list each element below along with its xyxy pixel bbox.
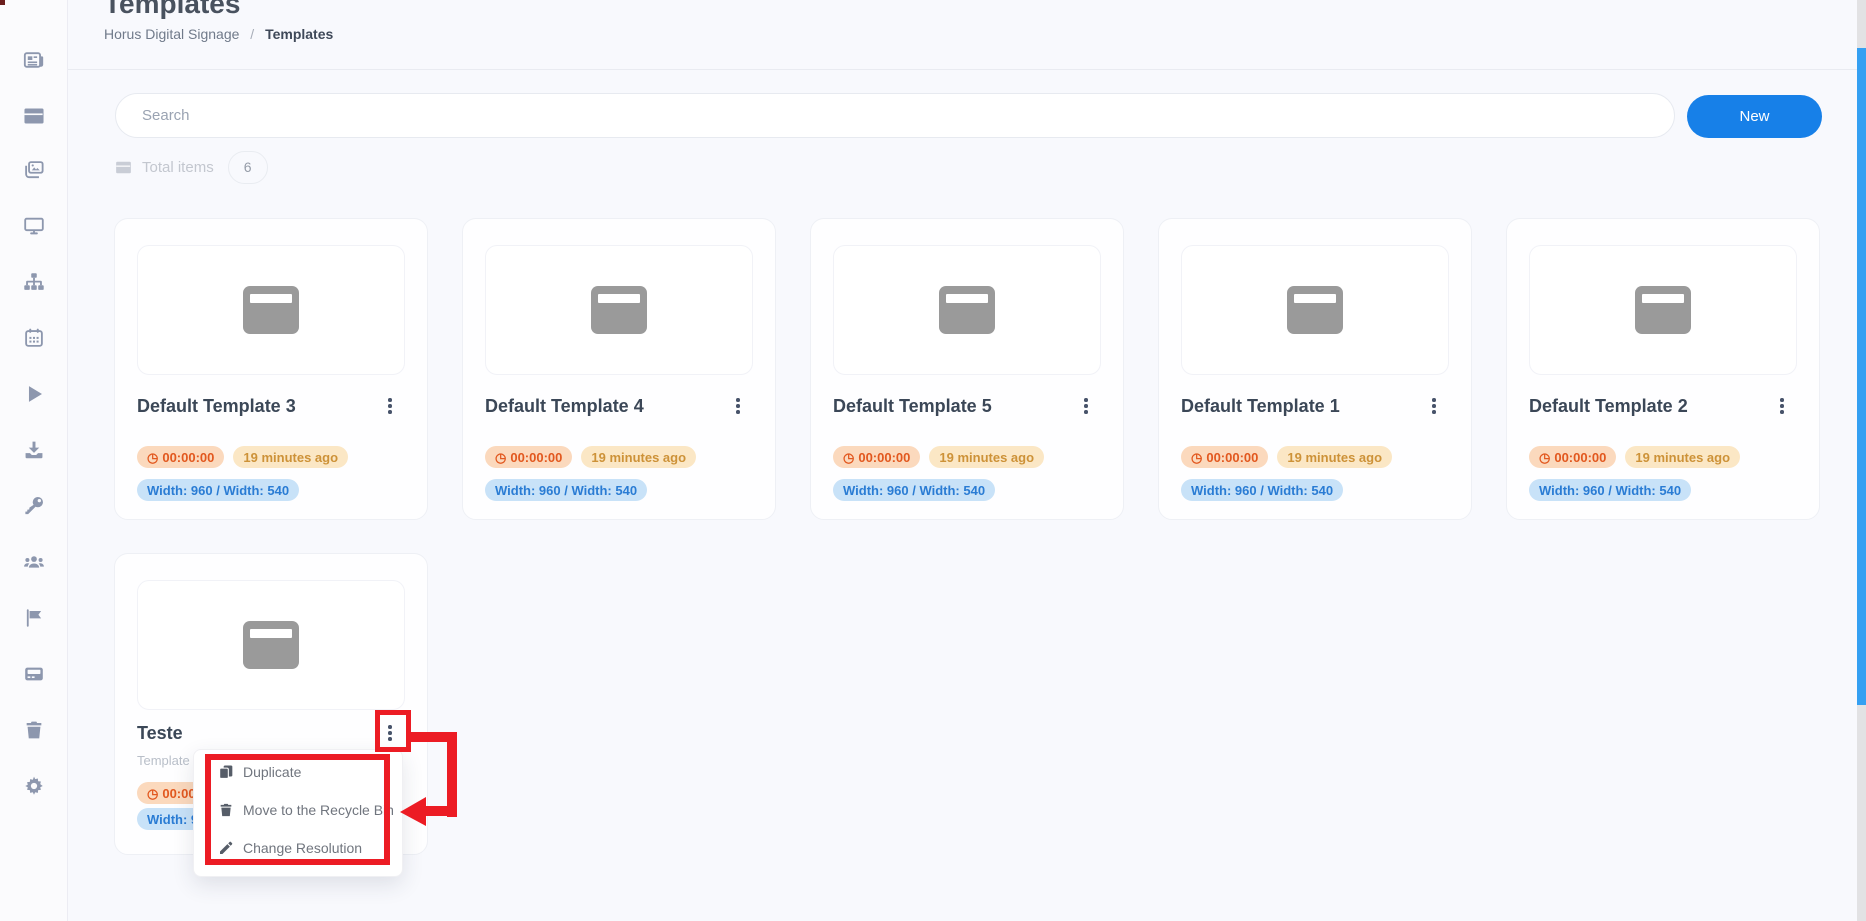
total-items-label: Total items xyxy=(142,159,214,176)
window-placeholder-icon xyxy=(939,286,995,334)
kebab-menu-button[interactable] xyxy=(1077,395,1095,417)
resolution-badge: Width: 960 / Width: 540 xyxy=(833,479,995,501)
template-thumbnail xyxy=(485,245,753,375)
template-title: Default Template 5 xyxy=(833,396,992,417)
page-title: Templates xyxy=(104,0,240,20)
template-title: Teste xyxy=(137,723,183,744)
updated-badge: 19 minutes ago xyxy=(929,446,1044,468)
gear-icon[interactable] xyxy=(23,775,45,797)
kebab-menu-button[interactable] xyxy=(729,395,747,417)
search-input[interactable] xyxy=(115,93,1675,138)
template-thumbnail xyxy=(137,245,405,375)
template-subtitle: Template xyxy=(137,753,190,768)
trash-icon[interactable] xyxy=(23,719,45,741)
duration-badge: ◷00:00:00 xyxy=(137,446,224,468)
header-divider xyxy=(68,69,1858,70)
duration-badge: ◷00:00:00 xyxy=(1181,446,1268,468)
kebab-menu-button[interactable] xyxy=(381,722,399,744)
resolution-badge: Width: 960 / Width: 540 xyxy=(1181,479,1343,501)
total-items-row: Total items 6 xyxy=(115,150,268,184)
updated-badge: 19 minutes ago xyxy=(1277,446,1392,468)
context-menu-item[interactable]: Move to the Recycle Bin xyxy=(194,791,402,829)
corner-artifact xyxy=(0,0,5,5)
template-thumbnail xyxy=(1181,245,1449,375)
breadcrumb: Horus Digital Signage / Templates xyxy=(104,26,333,42)
images-icon[interactable] xyxy=(23,159,45,181)
duration-badge: ◷00:00:00 xyxy=(833,446,920,468)
duration-badge: ◷00:00:00 xyxy=(1529,446,1616,468)
context-menu-item[interactable]: Duplicate xyxy=(194,753,402,791)
resolution-badge: Width: 960 / Width: 540 xyxy=(485,479,647,501)
copy-icon xyxy=(218,764,234,780)
sitemap-icon[interactable] xyxy=(23,271,45,293)
updated-badge: 19 minutes ago xyxy=(233,446,348,468)
monitor-icon[interactable] xyxy=(23,215,45,237)
clock-icon: ◷ xyxy=(1191,451,1202,464)
breadcrumb-root[interactable]: Horus Digital Signage xyxy=(104,26,239,42)
template-title: Default Template 2 xyxy=(1529,396,1688,417)
kebab-menu-button[interactable] xyxy=(381,395,399,417)
clipped-top-icon xyxy=(23,0,45,11)
users-icon[interactable] xyxy=(23,551,45,573)
template-card[interactable]: Default Template 3 ◷00:00:00 19 minutes ag… xyxy=(114,218,428,520)
window-placeholder-icon xyxy=(1287,286,1343,334)
template-thumbnail xyxy=(1529,245,1797,375)
clock-icon: ◷ xyxy=(495,451,506,464)
breadcrumb-separator: / xyxy=(250,26,254,42)
newspaper-icon[interactable] xyxy=(23,49,45,71)
key-icon[interactable] xyxy=(23,495,45,517)
window-placeholder-icon xyxy=(243,286,299,334)
template-title: Default Template 3 xyxy=(137,396,296,417)
context-menu-item[interactable]: Change Resolution xyxy=(194,829,402,867)
scrollbar-thumb[interactable] xyxy=(1857,48,1866,705)
clock-icon: ◷ xyxy=(1539,451,1550,464)
resolution-badge: Width: 960 / Width: 540 xyxy=(137,479,299,501)
template-card[interactable]: Default Template 1 ◷00:00:00 19 minutes ag… xyxy=(1158,218,1472,520)
template-thumbnail xyxy=(137,580,405,710)
template-card[interactable]: Default Template 5 ◷00:00:00 19 minutes ag… xyxy=(810,218,1124,520)
context-menu: DuplicateMove to the Recycle BinChange R… xyxy=(193,749,403,877)
template-thumbnail xyxy=(833,245,1101,375)
pager-icon[interactable] xyxy=(23,663,45,685)
updated-badge: 19 minutes ago xyxy=(581,446,696,468)
window-placeholder-icon xyxy=(1635,286,1691,334)
vertical-scrollbar[interactable] xyxy=(1857,0,1866,921)
duration-badge: ◷00:00:00 xyxy=(485,446,572,468)
breadcrumb-current: Templates xyxy=(265,26,333,42)
window-placeholder-icon xyxy=(591,286,647,334)
kebab-menu-button[interactable] xyxy=(1425,395,1443,417)
window-icon[interactable] xyxy=(23,105,45,127)
template-card[interactable]: Default Template 2 ◷00:00:00 19 minutes ag… xyxy=(1506,218,1820,520)
clock-icon: ◷ xyxy=(147,451,158,464)
template-card[interactable]: Default Template 4 ◷00:00:00 19 minutes ag… xyxy=(462,218,776,520)
template-title: Default Template 4 xyxy=(485,396,644,417)
calendar-icon[interactable] xyxy=(23,327,45,349)
download-icon[interactable] xyxy=(23,439,45,461)
window-icon xyxy=(115,159,132,176)
resolution-badge: Width: 960 / Width: 540 xyxy=(1529,479,1691,501)
updated-badge: 19 minutes ago xyxy=(1625,446,1740,468)
play-icon[interactable] xyxy=(23,383,45,405)
sidebar xyxy=(0,0,68,921)
clock-icon: ◷ xyxy=(843,451,854,464)
template-title: Default Template 1 xyxy=(1181,396,1340,417)
new-button[interactable]: New xyxy=(1687,95,1822,138)
total-items-count-badge: 6 xyxy=(228,151,268,184)
window-placeholder-icon xyxy=(243,621,299,669)
pencil-icon xyxy=(218,840,234,856)
trash-icon xyxy=(218,802,234,818)
flag-icon[interactable] xyxy=(23,607,45,629)
kebab-menu-button[interactable] xyxy=(1773,395,1791,417)
clock-icon: ◷ xyxy=(147,787,158,800)
